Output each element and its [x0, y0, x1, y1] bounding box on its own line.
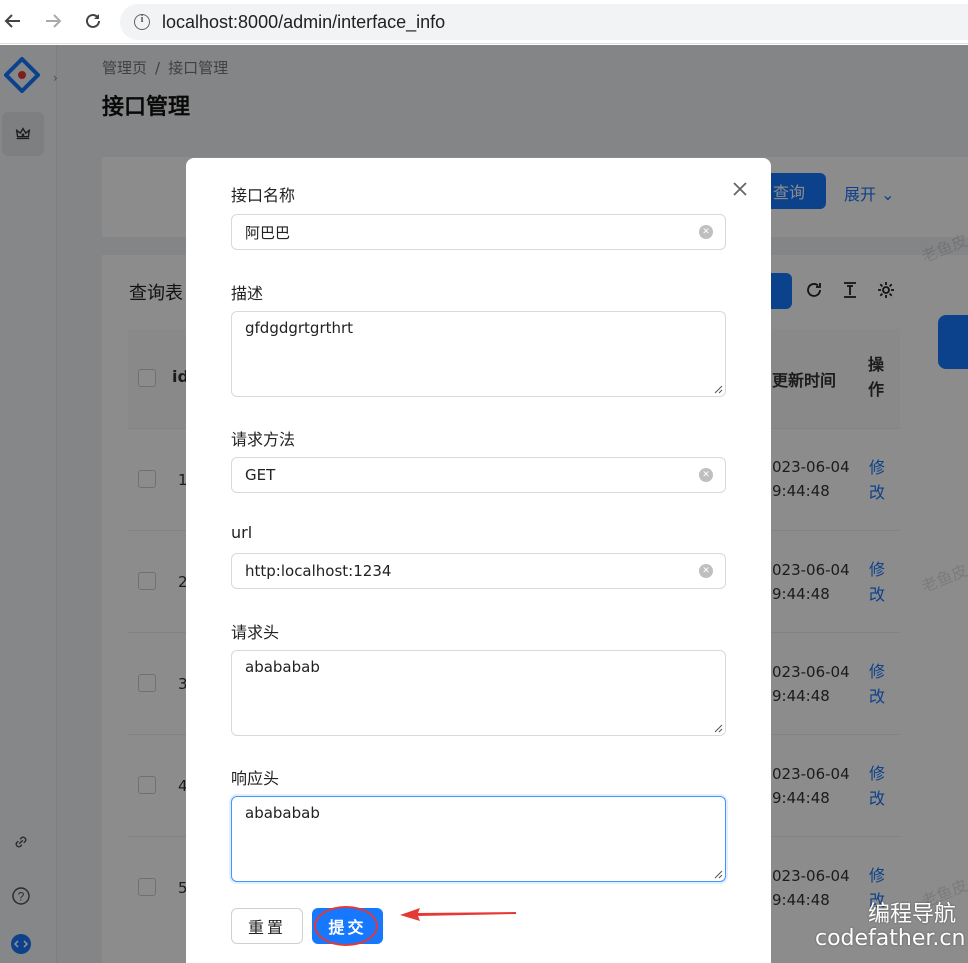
- resize-handle-icon[interactable]: [714, 870, 723, 879]
- response-header-label: 响应头: [231, 769, 280, 788]
- clear-icon[interactable]: ✕: [699, 564, 713, 578]
- response-header-textarea[interactable]: abababab: [231, 796, 726, 882]
- url-input[interactable]: http:localhost:1234 ✕: [231, 553, 726, 589]
- forward-icon[interactable]: [40, 8, 66, 34]
- request-header-value: abababab: [245, 658, 320, 676]
- address-url: localhost:8000/admin/interface_info: [162, 11, 446, 32]
- close-icon[interactable]: [730, 179, 750, 199]
- url-value: http:localhost:1234: [245, 562, 392, 580]
- name-value: 阿巴巴: [245, 223, 291, 242]
- description-textarea[interactable]: gfdgdgrtgrthrt: [231, 311, 726, 397]
- name-label: 接口名称: [231, 186, 296, 205]
- request-header-textarea[interactable]: abababab: [231, 650, 726, 736]
- request-header-label: 请求头: [231, 623, 280, 642]
- address-bar[interactable]: localhost:8000/admin/interface_info: [120, 4, 968, 40]
- site-info-icon[interactable]: [134, 13, 150, 30]
- description-label: 描述: [231, 284, 264, 303]
- reload-icon[interactable]: [80, 8, 106, 34]
- brand-name-en: codefather.cn: [815, 926, 966, 951]
- annotation-arrow-icon: [400, 908, 516, 921]
- browser-toolbar: localhost:8000/admin/interface_info: [0, 0, 968, 44]
- clear-icon[interactable]: ✕: [699, 468, 713, 482]
- clear-icon[interactable]: ✕: [699, 225, 713, 239]
- method-value: GET: [245, 466, 276, 484]
- name-input[interactable]: 阿巴巴 ✕: [231, 214, 726, 250]
- resize-handle-icon[interactable]: [714, 724, 723, 733]
- reset-button[interactable]: 重置: [231, 908, 303, 944]
- resize-handle-icon[interactable]: [714, 385, 723, 394]
- annotation-ellipse: [314, 906, 378, 946]
- method-label: 请求方法: [231, 430, 296, 449]
- back-icon[interactable]: [0, 8, 26, 34]
- response-header-value: abababab: [245, 804, 320, 822]
- brand-name-cn: 编程导航: [868, 902, 957, 927]
- url-label: url: [231, 523, 253, 542]
- method-input[interactable]: GET ✕: [231, 457, 726, 493]
- description-value: gfdgdgrtgrthrt: [245, 319, 354, 337]
